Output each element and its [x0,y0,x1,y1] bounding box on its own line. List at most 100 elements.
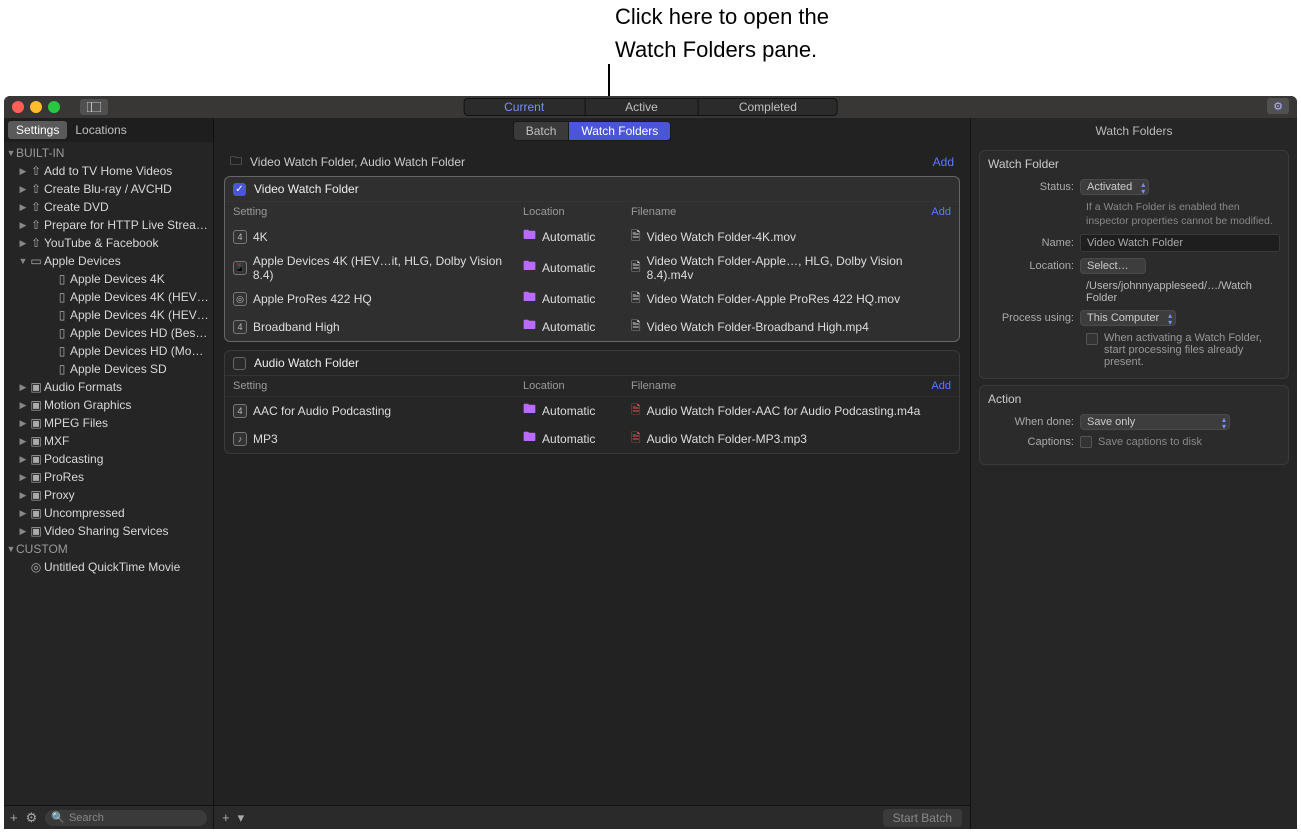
tree-item[interactable]: ▶⇧Create Blu-ray / AVCHD [4,180,213,198]
select-arrows-icon: ▴▾ [1222,416,1226,430]
builtin-section-header[interactable]: ▼BUILT-IN [4,144,213,162]
add-link[interactable]: Add [931,380,951,392]
tree-item[interactable]: ▶▣MXF [4,432,213,450]
col-setting: Setting [233,380,523,392]
process-checkbox-row[interactable]: When activating a Watch Folder, start pr… [1086,332,1280,368]
tree-child-item[interactable]: ▯Apple Devices HD (Best… [4,324,213,342]
checkbox-icon[interactable] [1086,333,1098,345]
process-select[interactable]: This Computer ▴▾ [1080,310,1176,326]
folder-icon: 🗀 [230,152,242,173]
zoom-icon[interactable] [48,101,60,113]
tree-item-label: Apple Devices 4K (HEVC… [70,308,209,322]
setting-name: Broadband High [253,320,340,334]
tree-item[interactable]: ▶▣Podcasting [4,450,213,468]
setting-row[interactable]: ◎Apple ProRes 422 HQ🖿Automatic🗎Video Wat… [225,285,959,313]
tree-item[interactable]: ▶⇧Prepare for HTTP Live Strea… [4,216,213,234]
inspector-toggle-button[interactable]: ⚙ [1267,98,1289,114]
inspector-title: Watch Folders [971,118,1297,144]
sidebar-tab-settings[interactable]: Settings [8,121,67,139]
device-icon: ▯ [54,344,70,358]
setting-row[interactable]: ♪MP3🖿Automatic🗎Audio Watch Folder-MP3.mp… [225,425,959,453]
checkbox-icon[interactable]: ✓ [233,183,246,196]
minimize-icon[interactable] [30,101,42,113]
tree-item[interactable]: ▶▣Audio Formats [4,378,213,396]
when-done-label: When done: [988,416,1080,428]
setting-row[interactable]: 📱 Apple Devices 4K (HEV…it, HLG, Dolby Vi… [225,251,959,285]
disclosure-icon: ▶ [18,526,28,537]
tree-item-label: Add to TV Home Videos [44,164,209,178]
gear-icon[interactable]: ⚙︎ [26,810,38,826]
sidebar-tab-locations[interactable]: Locations [67,121,134,139]
share-icon: ⇧ [28,164,44,178]
center-tab-watch-folders[interactable]: Watch Folders [569,121,671,141]
tree-item[interactable]: ▶⇧Add to TV Home Videos [4,162,213,180]
tree-item[interactable]: ◎Untitled QuickTime Movie [4,558,213,576]
status-hint: If a Watch Folder is enabled then inspec… [1086,201,1280,228]
when-done-select[interactable]: Save only ▴▾ [1080,414,1230,430]
sidebar-toggle-button[interactable] [80,99,108,115]
captions-label: Captions: [988,436,1080,448]
location-select[interactable]: Select… [1080,258,1146,274]
tree-child-item[interactable]: ▯Apple Devices 4K [4,270,213,288]
tree-item[interactable]: ▶▣Video Sharing Services [4,522,213,540]
select-arrows-icon: ▴▾ [1141,181,1145,195]
batch-title: Video Watch Folder, Audio Watch Folder [250,155,465,169]
status-select[interactable]: Activated ▴▾ [1080,179,1149,195]
tree-item-label: Create Blu-ray / AVCHD [44,182,209,196]
tree-item[interactable]: ▶▣ProRes [4,468,213,486]
add-job-button[interactable]: + [222,810,230,825]
device-icon: ▯ [54,290,70,304]
share-icon: ⇧ [28,182,44,196]
tree-item-label: YouTube & Facebook [44,236,209,250]
location-label: Location: [988,260,1080,272]
search-input[interactable]: 🔍 Search [45,810,207,826]
tree-item[interactable]: ▶▣Motion Graphics [4,396,213,414]
add-link[interactable]: Add [933,155,954,169]
folder-icon: ▣ [28,452,44,466]
disclosure-icon: ▶ [18,220,28,231]
preset-icon: 📱 [233,261,247,275]
preset-icon: 4 [233,320,247,334]
preset-icon: 4 [233,230,247,244]
start-batch-button[interactable]: Start Batch [883,809,962,827]
view-tab-current[interactable]: Current [464,99,585,115]
tree-item[interactable]: ▶⇧YouTube & Facebook [4,234,213,252]
tree-item[interactable]: ▶▣Uncompressed [4,504,213,522]
folder-icon: 🖿 [523,288,536,310]
center-footer: + ▾ Start Batch [214,805,970,829]
left-footer: + ⚙︎ 🔍 Search [4,805,213,829]
setting-row[interactable]: 4AAC for Audio Podcasting🖿Automatic🗎Audi… [225,397,959,425]
tree-item[interactable]: ▶▣MPEG Files [4,414,213,432]
filename: Video Watch Folder-4K.mov [647,230,796,244]
filename: Video Watch Folder-Broadband High.mp4 [647,320,869,334]
name-field[interactable]: Video Watch Folder [1080,234,1280,252]
setting-name: Apple Devices 4K (HEV…it, HLG, Dolby Vis… [253,254,523,282]
checkbox-icon[interactable] [233,357,246,370]
tree-item[interactable]: ▶⇧Create DVD [4,198,213,216]
tree-child-item[interactable]: ▯Apple Devices 4K (HEVC… [4,288,213,306]
watch-folder-group[interactable]: Audio Watch FolderSettingLocationFilenam… [224,350,960,454]
location-value: Automatic [542,230,595,244]
close-icon[interactable] [12,101,24,113]
checkbox-icon[interactable] [1080,436,1092,448]
tree-item-label: MPEG Files [44,416,209,430]
watch-folder-group[interactable]: ✓Video Watch FolderSettingLocationFilena… [224,176,960,342]
view-tab-completed[interactable]: Completed [699,99,837,115]
custom-section-header[interactable]: ▼CUSTOM [4,540,213,558]
view-tab-active[interactable]: Active [585,99,699,115]
disclosure-icon: ▶ [18,508,28,519]
add-button[interactable]: + [10,810,18,825]
add-link[interactable]: Add [931,206,951,218]
tree-item[interactable]: ▼▭Apple Devices [4,252,213,270]
preset-icon: ♪ [233,432,247,446]
center-pane: BatchWatch Folders 🗀 Video Watch Folder, … [214,118,971,829]
tree-child-item[interactable]: ▯Apple Devices HD (Most… [4,342,213,360]
tree-item[interactable]: ▶▣Proxy [4,486,213,504]
center-tab-batch[interactable]: Batch [513,121,570,141]
setting-row[interactable]: 44K🖿Automatic🗎Video Watch Folder-4K.mov [225,223,959,251]
tree-child-item[interactable]: ▯Apple Devices SD [4,360,213,378]
tree-child-item[interactable]: ▯Apple Devices 4K (HEVC… [4,306,213,324]
setting-row[interactable]: 4Broadband High🖿Automatic🗎Video Watch Fo… [225,313,959,341]
status-label: Status: [988,181,1080,193]
chevron-down-icon[interactable]: ▾ [238,810,245,826]
